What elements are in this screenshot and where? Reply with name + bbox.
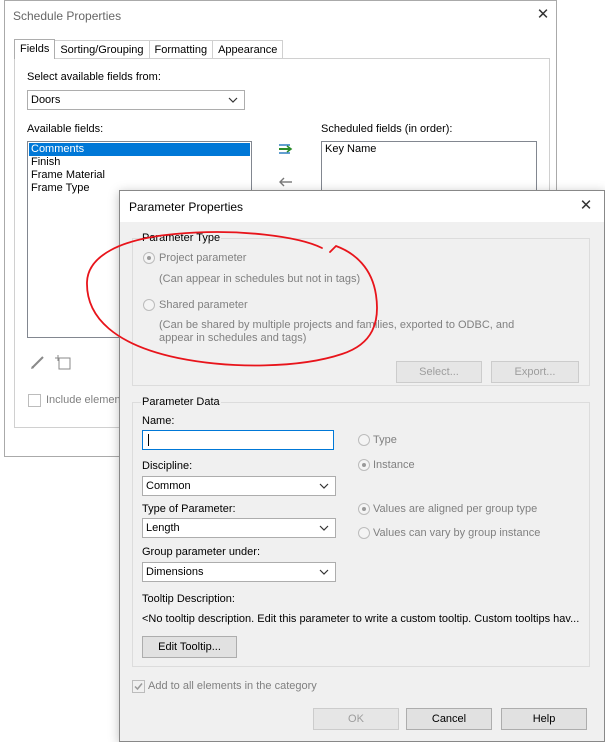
discipline-select[interactable]: Common	[142, 476, 336, 496]
add-parameter-icon[interactable]	[277, 141, 295, 159]
shared-parameter-radio[interactable]	[143, 299, 155, 311]
type-of-parameter-label: Type of Parameter:	[142, 503, 236, 515]
values-vary-label: Values can vary by group instance	[373, 527, 541, 539]
close-icon[interactable]: ✕	[578, 198, 594, 214]
shared-parameter-desc-2: appear in schedules and tags)	[159, 332, 307, 344]
instance-radio[interactable]	[358, 459, 370, 471]
list-item[interactable]: Comments	[29, 143, 250, 156]
add-to-all-checkbox[interactable]	[132, 680, 145, 693]
chevron-down-icon	[228, 97, 238, 103]
group-title: Parameter Data	[141, 396, 221, 408]
chevron-down-icon	[319, 483, 329, 489]
type-radio-label: Type	[373, 434, 397, 446]
include-elements-checkbox[interactable]	[28, 394, 41, 407]
parameter-properties-dialog: Parameter Properties ✕ Parameter Type Pr…	[119, 190, 605, 742]
scheduled-fields-label: Scheduled fields (in order):	[321, 123, 453, 135]
new-field-icon[interactable]	[55, 353, 73, 371]
list-item[interactable]: Frame Material	[29, 169, 250, 182]
name-label: Name:	[142, 415, 175, 427]
cancel-button[interactable]: Cancel	[406, 708, 492, 730]
values-aligned-radio[interactable]	[358, 503, 370, 515]
tooltip-description-text: <No tooltip description. Edit this param…	[142, 613, 580, 625]
shared-parameter-desc-1: (Can be shared by multiple projects and …	[159, 319, 515, 331]
chevron-down-icon	[319, 569, 329, 575]
group-under-value: Dimensions	[146, 566, 204, 578]
tab-appearance[interactable]: Appearance	[212, 40, 284, 59]
project-parameter-label: Project parameter	[159, 252, 247, 264]
type-of-parameter-select[interactable]: Length	[142, 518, 336, 538]
values-aligned-label: Values are aligned per group type	[373, 503, 538, 515]
edit-tooltip-button[interactable]: Edit Tooltip...	[142, 636, 237, 658]
remove-parameter-icon[interactable]	[277, 175, 295, 189]
tooltip-description-label: Tooltip Description:	[142, 593, 235, 605]
parameter-type-group: Parameter Type Project parameter (Can ap…	[132, 232, 590, 386]
group-under-select[interactable]: Dimensions	[142, 562, 336, 582]
text-cursor	[148, 434, 149, 446]
window-title: Schedule Properties	[13, 9, 122, 23]
group-under-label: Group parameter under:	[142, 546, 261, 558]
list-item[interactable]: Finish	[29, 156, 250, 169]
category-value: Doors	[31, 94, 61, 106]
discipline-value: Common	[146, 480, 191, 492]
list-item[interactable]: Key Name	[323, 143, 535, 156]
tab-sorting-grouping[interactable]: Sorting/Grouping	[54, 40, 150, 59]
chevron-down-icon	[319, 525, 329, 531]
include-elements-label: Include elements	[46, 394, 130, 406]
export-button[interactable]: Export...	[491, 361, 579, 383]
discipline-label: Discipline:	[142, 460, 193, 472]
parameter-data-group: Parameter Data Name: Discipline: Common …	[132, 396, 590, 667]
group-title: Parameter Type	[141, 232, 222, 244]
select-button[interactable]: Select...	[396, 361, 482, 383]
instance-radio-label: Instance	[373, 459, 415, 471]
add-to-all-label: Add to all elements in the category	[148, 680, 317, 692]
project-parameter-desc: (Can appear in schedules but not in tags…	[159, 273, 361, 285]
edit-field-icon[interactable]	[29, 353, 47, 371]
values-vary-radio[interactable]	[358, 527, 370, 539]
help-button[interactable]: Help	[501, 708, 587, 730]
name-field[interactable]	[142, 430, 334, 450]
category-select[interactable]: Doors	[27, 90, 245, 110]
close-icon[interactable]: ✕	[535, 7, 551, 23]
dialog-title: Parameter Properties	[129, 200, 244, 214]
tab-formatting[interactable]: Formatting	[148, 40, 214, 59]
type-radio[interactable]	[358, 434, 370, 446]
checkmark-icon	[134, 683, 143, 691]
available-fields-label: Available fields:	[27, 123, 104, 135]
tab-strip: Fields Sorting/Grouping Formatting Appea…	[14, 39, 284, 59]
shared-parameter-label: Shared parameter	[159, 299, 248, 311]
project-parameter-radio[interactable]	[143, 252, 155, 264]
type-of-parameter-value: Length	[146, 522, 180, 534]
ok-button[interactable]: OK	[313, 708, 399, 730]
tab-fields[interactable]: Fields	[14, 39, 56, 59]
select-fields-label: Select available fields from:	[27, 71, 161, 83]
